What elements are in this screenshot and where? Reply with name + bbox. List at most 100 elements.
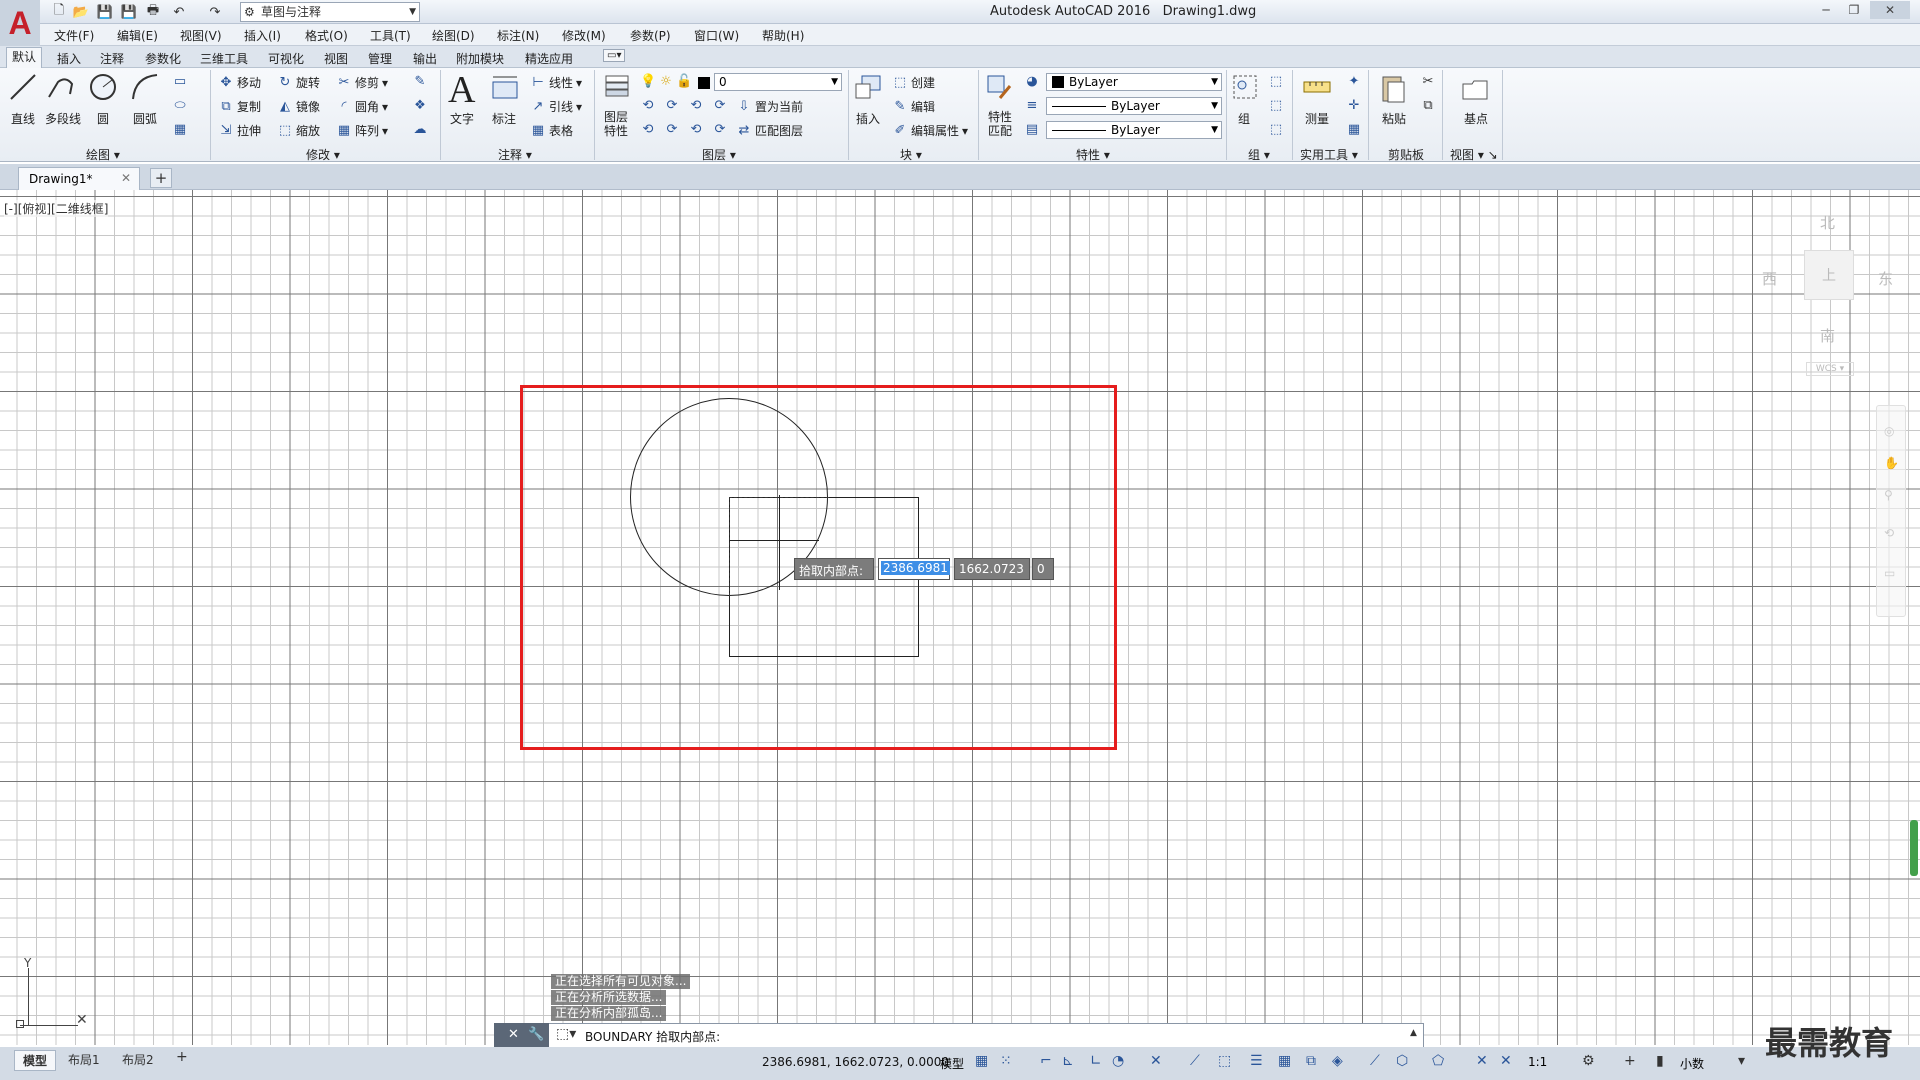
transparency-display-icon[interactable]: ⬚ xyxy=(1218,1053,1231,1069)
dimension-icon[interactable] xyxy=(490,72,520,102)
close-button[interactable]: ✕ xyxy=(1870,1,1910,19)
table-button[interactable]: ▦ 表格 xyxy=(530,122,573,139)
annotation-scale-selector[interactable]: 1:1 xyxy=(1528,1055,1547,1069)
polyline-button[interactable]: 多段线 xyxy=(45,110,81,127)
create-block-button[interactable]: ⬚ 创建 xyxy=(892,74,935,91)
text-icon[interactable]: A xyxy=(448,68,475,112)
close-command-icon[interactable]: ✕ xyxy=(508,1027,519,1042)
calculator-icon[interactable]: ▦ xyxy=(1346,122,1362,138)
lineweight-display-icon[interactable]: ⟋ xyxy=(1190,1053,1200,1069)
layer-lock-icon[interactable]: ⟳ xyxy=(712,98,728,114)
layer-isolate-icon[interactable]: ⟳ xyxy=(664,98,680,114)
color-wheel-icon[interactable]: ◕ xyxy=(1024,74,1040,90)
measure-icon[interactable] xyxy=(1302,74,1332,100)
edit-attributes-button[interactable]: ✐ 编辑属性 ▾ xyxy=(892,122,969,139)
command-history-toggle-icon[interactable]: ▲ xyxy=(1410,1028,1417,1038)
gizmo-icon[interactable]: ⟋ xyxy=(1370,1053,1380,1069)
layer-properties-button[interactable]: 图层 特性 xyxy=(604,110,628,138)
measure-button[interactable]: 测量 xyxy=(1305,110,1329,127)
tab-view[interactable]: 视图 xyxy=(324,50,348,67)
match-properties-button[interactable]: 特性 匹配 xyxy=(988,110,1012,138)
orbit-icon[interactable]: ⟲ xyxy=(1884,526,1894,540)
viewcube-south[interactable]: 南 xyxy=(1820,325,1835,346)
tab-featured-apps[interactable]: 精选应用 xyxy=(525,50,573,67)
cut-icon[interactable]: ✂ xyxy=(1420,74,1436,90)
layer-merge-icon[interactable]: ⟳ xyxy=(664,122,680,138)
menu-parametric[interactable]: 参数(P) xyxy=(630,27,671,44)
dynamic-input-x-field[interactable]: 2386.6981 xyxy=(878,558,950,580)
drawing-file-tab[interactable]: Drawing1* ✕ xyxy=(18,167,140,190)
viewcube-east[interactable]: 东 xyxy=(1878,268,1893,289)
layers-panel-title[interactable]: 图层 ▾ xyxy=(702,146,736,163)
tab-output[interactable]: 输出 xyxy=(413,50,437,67)
explode-icon[interactable]: ❖ xyxy=(412,98,428,114)
viewcube[interactable]: 上 xyxy=(1804,250,1854,300)
tab-default[interactable]: 默认 xyxy=(6,47,43,68)
tab-insert[interactable]: 插入 xyxy=(57,50,81,67)
lineweight-icon[interactable]: ≡ xyxy=(1024,98,1040,114)
move-button[interactable]: ✥ 移动 xyxy=(218,74,261,91)
menu-draw[interactable]: 绘图(D) xyxy=(432,27,475,44)
selection-filter-icon[interactable]: ◈ xyxy=(1332,1053,1343,1069)
quick-properties-icon[interactable]: ▾ xyxy=(1738,1053,1745,1069)
draw-panel-title[interactable]: 绘图 ▾ xyxy=(86,146,120,163)
new-tab-icon[interactable]: + xyxy=(150,168,172,188)
utilities-panel-title[interactable]: 实用工具 ▾ xyxy=(1300,146,1358,163)
wcs-menu[interactable]: WCS ▾ xyxy=(1806,362,1854,376)
minimize-button[interactable]: ─ xyxy=(1814,1,1838,19)
close-tab-icon[interactable]: ✕ xyxy=(121,171,131,185)
steering-wheel-icon[interactable]: ◎ xyxy=(1884,424,1894,438)
insert-block-icon[interactable] xyxy=(852,72,884,104)
menu-format[interactable]: 格式(O) xyxy=(305,27,348,44)
groups-panel-title[interactable]: 组 ▾ xyxy=(1248,146,1270,163)
leader-button[interactable]: ↗ 引线 ▾ xyxy=(530,98,583,115)
arc-button[interactable]: 圆弧 xyxy=(133,110,157,127)
mirror-button[interactable]: ◭ 镜像 xyxy=(277,98,320,115)
application-menu-button[interactable]: A xyxy=(0,0,40,46)
isolate-objects-icon[interactable]: ▮ xyxy=(1656,1053,1664,1069)
tab-visualize[interactable]: 可视化 xyxy=(268,50,304,67)
annotation-scale-icon[interactable]: ✕ xyxy=(1476,1053,1488,1069)
tab-manage[interactable]: 管理 xyxy=(368,50,392,67)
annotation-monitor-icon[interactable]: + xyxy=(1624,1053,1636,1069)
circle-button[interactable]: 圆 xyxy=(97,110,109,127)
ortho-icon[interactable]: ⌐ xyxy=(1040,1053,1052,1069)
dynamic-ucs-icon[interactable]: ⧉ xyxy=(1306,1053,1316,1069)
layer-freeze-icon[interactable]: ⟲ xyxy=(688,98,704,114)
linear-button[interactable]: ⊢ 线性 ▾ xyxy=(530,74,582,91)
view-panel-title[interactable]: 视图 ▾ ↘ xyxy=(1450,146,1498,163)
group-button[interactable]: 组 xyxy=(1238,110,1250,127)
annotation-panel-title[interactable]: 注释 ▾ xyxy=(498,146,532,163)
paste-icon[interactable] xyxy=(1378,72,1408,104)
tab-layout1[interactable]: 布局1 xyxy=(68,1051,100,1068)
erase-icon[interactable]: ✎ xyxy=(412,74,428,90)
maximize-button[interactable]: ❐ xyxy=(1842,1,1866,19)
units-selector[interactable]: 小数 xyxy=(1680,1055,1704,1072)
stretch-button[interactable]: ⇲ 拉伸 xyxy=(218,122,261,139)
menu-dimension[interactable]: 标注(N) xyxy=(497,27,539,44)
tab-3d-tools[interactable]: 三维工具 xyxy=(200,50,248,67)
menu-view[interactable]: 视图(V) xyxy=(180,27,222,44)
ellipse-icon[interactable]: ⬭ xyxy=(172,98,188,114)
base-point-button[interactable]: 基点 xyxy=(1464,110,1488,127)
viewcube-west[interactable]: 西 xyxy=(1762,268,1777,289)
base-point-icon[interactable] xyxy=(1460,76,1490,102)
text-button[interactable]: 文字 xyxy=(450,110,474,127)
edit-block-button[interactable]: ✎ 编辑 xyxy=(892,98,935,115)
polar-icon[interactable]: ⊾ xyxy=(1062,1053,1074,1069)
fillet-button[interactable]: ◜ 圆角 ▾ xyxy=(336,98,388,115)
make-current-button[interactable]: ⇩ 置为当前 xyxy=(736,98,803,115)
layer-off-icon[interactable]: ⟲ xyxy=(640,98,656,114)
selection-cycling-icon[interactable]: ☰ xyxy=(1250,1053,1263,1069)
line-button[interactable]: 直线 xyxy=(11,110,35,127)
dimension-button[interactable]: 标注 xyxy=(492,110,516,127)
transparency-icon[interactable]: ▤ xyxy=(1024,122,1040,138)
polyline-icon[interactable] xyxy=(46,72,76,102)
copy-clip-icon[interactable]: ⧉ xyxy=(1420,98,1436,114)
object-snap-icon[interactable]: ✕ xyxy=(1150,1053,1162,1069)
viewport-controls-label[interactable]: [-][俯视][二维线框] xyxy=(4,200,109,217)
lightbulb-icon[interactable]: 💡 xyxy=(640,74,656,90)
save-icon[interactable]: 💾 xyxy=(96,3,114,21)
autoscale-icon[interactable]: ⬠ xyxy=(1432,1053,1444,1069)
line-icon[interactable] xyxy=(8,72,38,102)
